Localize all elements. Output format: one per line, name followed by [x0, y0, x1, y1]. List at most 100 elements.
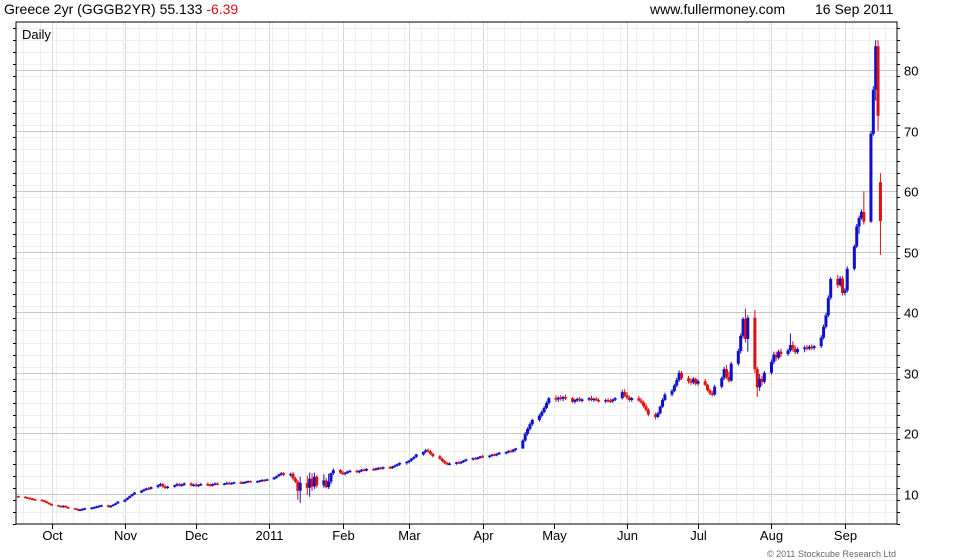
candle [16, 495, 20, 498]
candle-body [637, 398, 641, 401]
candle [571, 396, 575, 404]
candle-body [414, 454, 418, 457]
candle-body [248, 481, 252, 483]
candle-body [528, 424, 532, 430]
candle-body [876, 46, 880, 116]
candle [852, 244, 856, 271]
candle-body [753, 317, 757, 370]
candle-body [696, 381, 700, 384]
y-tick-label: 60 [904, 185, 918, 200]
candle-body [746, 317, 750, 339]
candle-body [824, 315, 828, 327]
candle-body [687, 378, 691, 382]
candle-body [843, 290, 847, 293]
candle-body [447, 463, 451, 466]
candle-body [706, 384, 710, 391]
candle [812, 344, 816, 350]
candle-body [523, 433, 527, 441]
candle-body [381, 467, 385, 469]
candle-body [514, 448, 518, 450]
candle [876, 40, 880, 131]
candle-body [656, 413, 660, 417]
candle-body [428, 451, 432, 454]
candle-body [547, 398, 551, 404]
candle-body [291, 473, 295, 479]
x-tick-label: 2011 [256, 528, 284, 543]
x-tick-label: Apr [473, 528, 494, 543]
candle [796, 347, 800, 355]
candle [348, 469, 352, 473]
candle [521, 439, 525, 450]
candle-body [869, 133, 873, 222]
candle-body [786, 350, 790, 355]
candle-body [338, 470, 342, 473]
x-tick-label: Mar [398, 528, 421, 543]
candle-body [497, 452, 501, 455]
candle [421, 451, 425, 456]
candle-body [50, 504, 54, 506]
x-tick-label: May [542, 528, 567, 543]
candle-body [762, 372, 766, 382]
candle-body [130, 494, 134, 497]
candle [248, 480, 252, 483]
candle [753, 309, 757, 373]
candle-body [66, 507, 70, 509]
candle-body [661, 400, 665, 407]
candle [739, 333, 743, 354]
candle [845, 266, 849, 293]
candle [746, 315, 750, 352]
candle-body [16, 496, 20, 498]
candle-body [819, 337, 823, 347]
candle-body [526, 429, 530, 434]
candle-body [540, 412, 544, 416]
candle-body [443, 461, 447, 463]
candle-body [537, 415, 541, 420]
candle-body [679, 372, 683, 379]
candle [713, 384, 717, 396]
candle [878, 173, 882, 255]
candle-body [812, 346, 816, 348]
candle-body [796, 349, 800, 353]
candle [298, 476, 302, 503]
y-tick-label: 40 [904, 306, 918, 321]
candle-body [327, 481, 331, 488]
x-tick-label: Jun [617, 528, 638, 543]
copyright-notice: © 2011 Stockcube Research Ltd [766, 549, 896, 559]
candle-body [852, 246, 856, 269]
candle-body [315, 476, 319, 486]
candle-body [646, 409, 650, 415]
candle-body [613, 398, 617, 400]
price-chart: Oct Nov Dec 2011 Feb Mar Apr May Jun Jul Aug Sep 10 2… [13, 21, 918, 543]
candle-body [298, 482, 302, 491]
candle [282, 471, 286, 477]
candle-body [878, 182, 882, 221]
x-tick-label: Nov [114, 528, 138, 543]
candle [561, 395, 565, 402]
candle [83, 507, 87, 511]
candle-body [348, 470, 352, 473]
candle-body [199, 484, 203, 486]
candle-body [232, 482, 236, 484]
candle-body [123, 499, 127, 502]
candle-body [829, 279, 833, 298]
candle-body [438, 456, 442, 459]
candle [855, 224, 859, 249]
candle-body [639, 400, 643, 403]
candle-body [703, 381, 707, 385]
candle-body [871, 89, 875, 134]
candle-body [421, 452, 425, 455]
candle-body [739, 335, 743, 352]
candle [563, 394, 567, 401]
candle-body [128, 496, 132, 498]
candle [589, 395, 593, 402]
period-label: Daily [22, 27, 51, 42]
candle-body [544, 403, 548, 408]
candle-body [623, 392, 627, 396]
candle-body [132, 492, 136, 495]
candle [729, 361, 733, 382]
candle-body [113, 503, 117, 505]
candle-body [855, 226, 859, 247]
candle-body [166, 486, 170, 489]
candle-body [862, 211, 866, 222]
candle-body [736, 351, 740, 364]
